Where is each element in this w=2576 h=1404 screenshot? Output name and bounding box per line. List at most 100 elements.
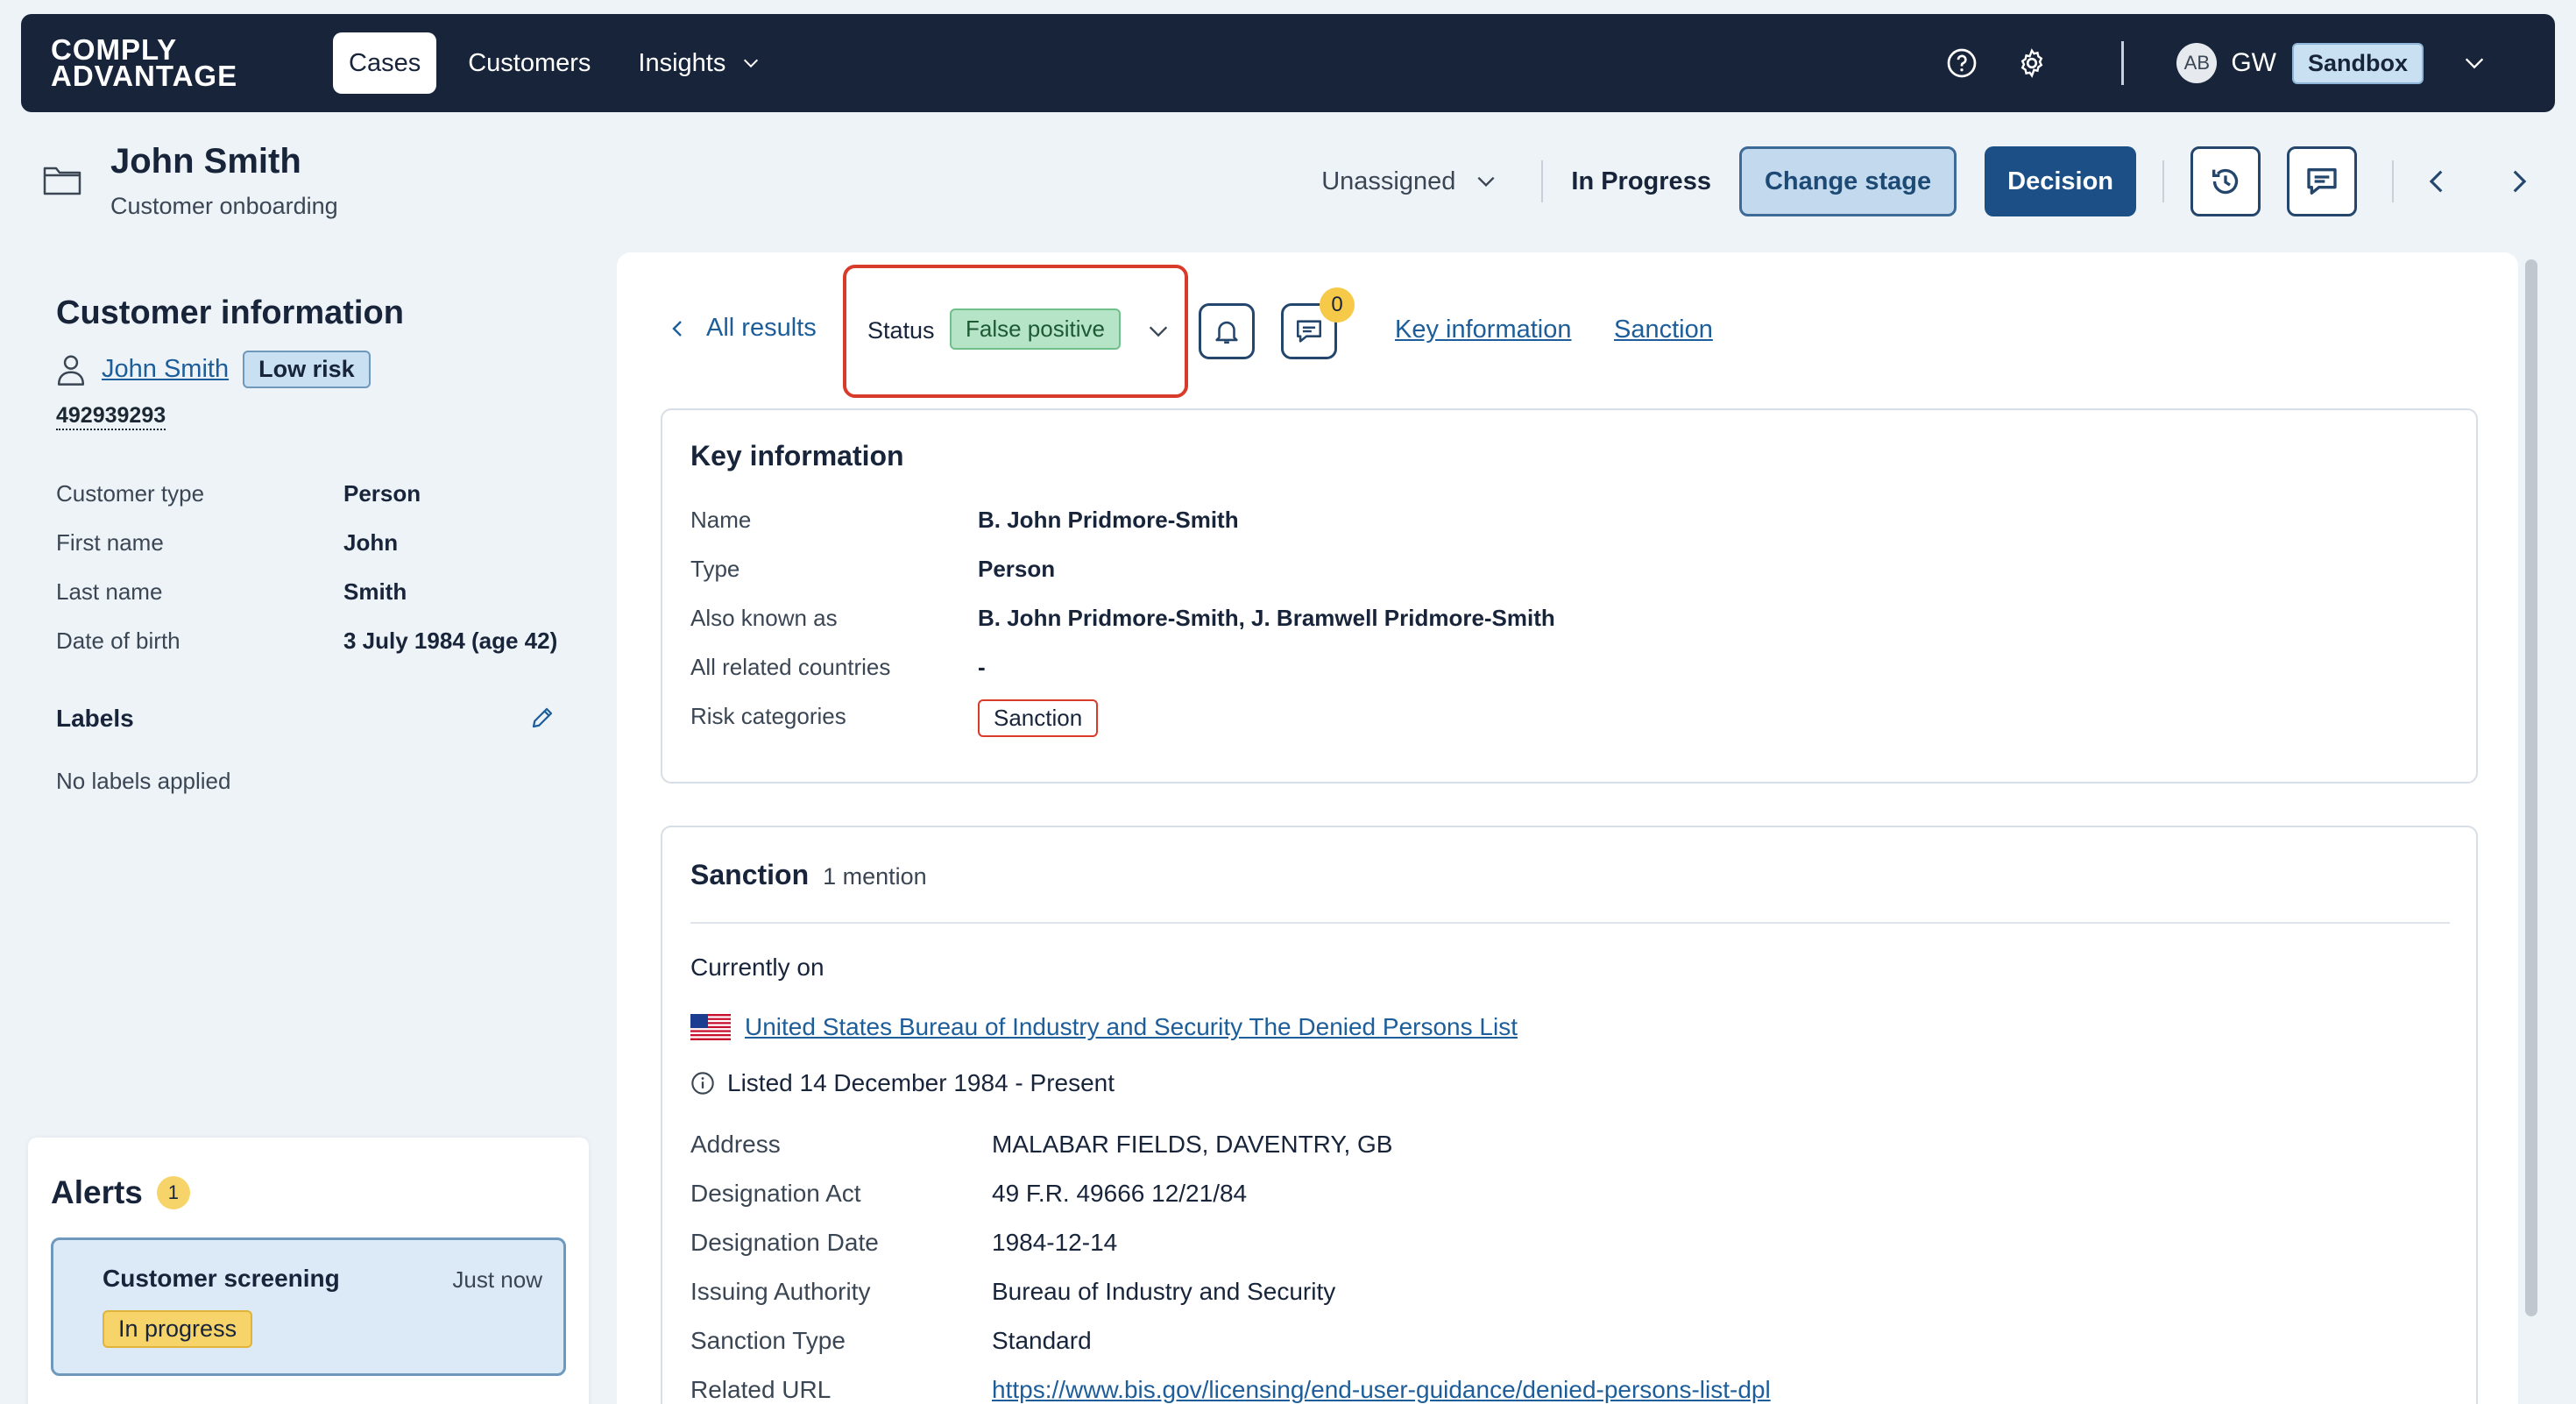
field-value: Person xyxy=(978,556,1056,582)
alert-time: Just now xyxy=(452,1266,542,1293)
folder-icon xyxy=(43,167,81,195)
case-title: John Smith xyxy=(110,142,301,181)
field-value: John xyxy=(343,529,399,556)
chevron-down-icon[interactable] xyxy=(1146,319,1171,344)
scrollbar[interactable] xyxy=(2525,259,2537,1316)
field-label: Issuing Authority xyxy=(690,1278,871,1305)
field-value: B. John Pridmore-Smith, J. Bramwell Prid… xyxy=(978,605,1555,631)
logo[interactable]: COMPLY ADVANTAGE xyxy=(51,35,287,92)
sanction-card: Sanction 1 mention Currently on United S… xyxy=(661,826,2478,1404)
field-label: Type xyxy=(690,556,740,582)
all-results-link[interactable]: All results xyxy=(668,314,817,343)
key-information-card: Key information Name B. John Pridmore-Sm… xyxy=(661,408,2478,784)
field-label: Last name xyxy=(56,578,163,605)
field-label: Sanction Type xyxy=(690,1327,846,1354)
alert-title: Customer screening xyxy=(103,1265,340,1292)
case-subtitle: Customer onboarding xyxy=(110,193,338,219)
previous-case-button[interactable] xyxy=(2420,164,2455,199)
field-label: Designation Act xyxy=(690,1180,861,1207)
nav-tab-cases[interactable]: Cases xyxy=(333,32,437,94)
assignee-dropdown[interactable]: Unassigned xyxy=(1321,167,1497,196)
customer-info-title: Customer information xyxy=(56,294,404,331)
field-value: 3 July 1984 (age 42) xyxy=(343,628,558,654)
divider xyxy=(2392,160,2394,202)
assignee-label: Unassigned xyxy=(1321,167,1456,195)
field-label: Also known as xyxy=(690,605,838,631)
nav-divider xyxy=(2121,41,2125,85)
customer-id[interactable]: 492939293 xyxy=(56,403,166,430)
field-value: Standard xyxy=(992,1327,1092,1354)
alert-status-badge: In progress xyxy=(103,1310,253,1348)
history-button[interactable] xyxy=(2190,146,2261,216)
mention-count: 1 mention xyxy=(823,863,927,890)
nav-tab-label: Cases xyxy=(349,48,421,77)
nav-tab-insights[interactable]: Insights xyxy=(622,32,776,94)
labels-empty-text: No labels applied xyxy=(56,768,231,794)
environment-badge: Sandbox xyxy=(2291,42,2424,84)
person-icon xyxy=(57,355,85,386)
related-url-link[interactable]: https://www.bis.gov/licensing/end-user-g… xyxy=(992,1376,1771,1404)
pencil-icon[interactable] xyxy=(529,705,556,731)
anchor-key-information[interactable]: Key information xyxy=(1395,316,1572,344)
chevron-right-icon xyxy=(2513,170,2527,193)
gear-icon[interactable] xyxy=(2014,46,2049,81)
nav-tab-customers[interactable]: Customers xyxy=(452,32,606,94)
alert-item[interactable]: Customer screening Just now In progress xyxy=(51,1237,566,1376)
sanction-list-link[interactable]: United States Bureau of Industry and Sec… xyxy=(745,1013,1518,1041)
risk-category-badge: Sanction xyxy=(978,699,1099,737)
top-nav: COMPLY ADVANTAGE Cases Customers Insight… xyxy=(21,14,2555,112)
currently-on-label: Currently on xyxy=(690,954,824,981)
status-label: Status xyxy=(867,317,935,344)
us-flag-icon xyxy=(690,1014,731,1040)
field-value: Smith xyxy=(343,578,407,605)
next-case-button[interactable] xyxy=(2501,164,2536,199)
user-initials[interactable]: GW xyxy=(2231,48,2276,78)
alert-notification-button[interactable] xyxy=(1199,303,1255,359)
listed-date: Listed 14 December 1984 - Present xyxy=(727,1069,1115,1096)
chevron-left-icon xyxy=(672,320,682,337)
sanction-list-row: United States Bureau of Industry and Sec… xyxy=(690,1013,1518,1041)
comment-count-badge: 0 xyxy=(1320,287,1355,323)
alerts-card: Alerts 1 Customer screening Just now In … xyxy=(28,1138,589,1404)
field-label: Risk categories xyxy=(690,703,846,729)
alerts-title: Alerts 1 xyxy=(51,1174,190,1211)
bell-icon xyxy=(1215,321,1238,344)
stage-label: In Progress xyxy=(1571,167,1711,195)
divider xyxy=(690,922,2450,924)
nav-tab-label: Customers xyxy=(468,48,591,77)
avatar[interactable]: AB xyxy=(2176,43,2218,83)
change-stage-button[interactable]: Change stage xyxy=(1738,146,1957,216)
sanction-header: Sanction 1 mention xyxy=(690,859,927,891)
field-label: Address xyxy=(690,1131,781,1158)
divider xyxy=(2162,160,2164,202)
customer-name-link[interactable]: John Smith xyxy=(102,355,229,384)
field-label: Related URL xyxy=(690,1376,832,1403)
alerts-count-badge: 1 xyxy=(156,1176,190,1209)
decision-button[interactable]: Decision xyxy=(1985,146,2136,216)
alerts-title-text: Alerts xyxy=(51,1174,143,1210)
comment-icon xyxy=(1296,320,1322,343)
all-results-label: All results xyxy=(706,314,817,342)
anchor-sanction[interactable]: Sanction xyxy=(1614,316,1713,344)
customer-person: John Smith Low risk xyxy=(56,351,371,388)
field-value: Person xyxy=(343,480,421,507)
nav-tab-label: Insights xyxy=(638,48,726,77)
field-value: 49 F.R. 49666 12/21/84 xyxy=(992,1180,1248,1207)
chevron-down-icon[interactable] xyxy=(2462,51,2487,75)
field-value: MALABAR FIELDS, DAVENTRY, GB xyxy=(992,1131,1393,1158)
status-dropdown-value[interactable]: False positive xyxy=(950,308,1121,350)
comment-icon xyxy=(2307,168,2337,195)
card-title: Key information xyxy=(690,440,904,472)
info-icon xyxy=(691,1072,714,1095)
field-label: First name xyxy=(56,529,164,556)
field-label: Name xyxy=(690,507,752,533)
field-label: Designation Date xyxy=(690,1229,879,1256)
card-title: Sanction xyxy=(690,859,810,890)
case-header-actions: Unassigned In Progress Change stage Deci… xyxy=(1321,145,2576,217)
field-value: B. John Pridmore-Smith xyxy=(978,507,1239,533)
comments-button[interactable] xyxy=(2287,146,2357,216)
help-icon[interactable] xyxy=(1944,46,1979,81)
field-value: - xyxy=(978,654,986,680)
listed-row: Listed 14 December 1984 - Present xyxy=(690,1069,1115,1097)
logo-line-2: ADVANTAGE xyxy=(51,60,238,92)
